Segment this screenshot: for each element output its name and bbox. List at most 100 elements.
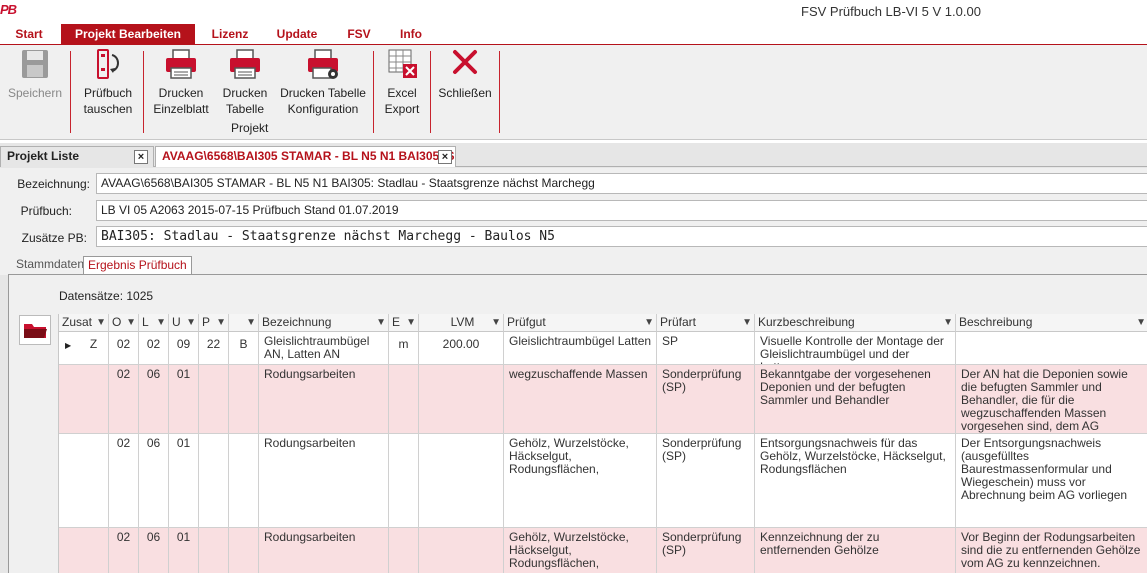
- cell-beschreibung: Der AN hat die Deponien sowie die befugt…: [956, 365, 1147, 434]
- cell-e: [389, 365, 419, 433]
- ribbon-tabs: Start Projekt Bearbeiten Lizenz Update F…: [0, 24, 1147, 44]
- bezeichnung-label: Bezeichnung:: [17, 177, 90, 191]
- ribbon-toolbar: Speichern Prüfbuch tauschen Drucken Einz…: [0, 44, 1147, 140]
- excel-export-button[interactable]: Excel Export: [379, 47, 425, 117]
- close-tab-icon[interactable]: ×: [438, 150, 452, 164]
- filter-icon[interactable]: ▼: [376, 314, 386, 331]
- column-header-beschreibung[interactable]: Beschreibung ▼: [956, 314, 1147, 332]
- cell-e: [389, 528, 419, 573]
- print-table-config-button[interactable]: Drucken Tabelle Konfiguration: [278, 47, 368, 117]
- cell-type: B: [229, 332, 259, 364]
- close-tab-icon[interactable]: ×: [134, 150, 148, 164]
- document-tabs: Projekt Liste × AVAAG\6568\BAI305 STAMAR…: [0, 143, 1147, 167]
- close-icon: [453, 50, 477, 74]
- column-header-type[interactable]: ▼: [229, 314, 259, 332]
- filter-icon[interactable]: ▼: [216, 314, 226, 331]
- filter-icon[interactable]: ▼: [186, 314, 196, 331]
- column-header-u[interactable]: U ▼: [169, 314, 199, 332]
- filter-icon[interactable]: ▼: [96, 314, 106, 331]
- results-panel: Datensätze: 1025 Zusat ▼ O ▼ L ▼ U ▼ P ▼ ▼ Be…: [8, 274, 1147, 573]
- printer-icon: [230, 49, 260, 79]
- filter-icon[interactable]: ▼: [246, 314, 256, 331]
- filter-icon[interactable]: ▼: [491, 314, 501, 331]
- column-header-pruefgut[interactable]: Prüfgut ▼: [504, 314, 657, 332]
- table-row[interactable]: ▶ Z 02 02 09 22 B Gleislichtraumbügel AN…: [59, 332, 1147, 365]
- cell-pruefgut: wegzuschaffende Massen: [504, 365, 657, 433]
- print-single-label-2: Einzelblatt: [153, 102, 209, 116]
- column-header-p[interactable]: P ▼: [199, 314, 229, 332]
- floppy-disk-icon: [22, 50, 48, 78]
- window-title: FSV Prüfbuch LB-VI 5 V 1.0.00: [801, 4, 981, 19]
- swap-label-2: tauschen: [83, 102, 133, 116]
- tab-stammdaten[interactable]: Stammdaten: [12, 256, 88, 274]
- filter-icon[interactable]: ▼: [126, 314, 136, 331]
- cell-zusatz: [79, 434, 109, 527]
- tab-active-project[interactable]: AVAAG\6568\BAI305 STAMAR - BL N5 N1 BAI3…: [155, 146, 456, 167]
- column-header-o[interactable]: O ▼: [109, 314, 139, 332]
- ribbon-tab-fsv[interactable]: FSV: [340, 24, 378, 44]
- ribbon-tab-start[interactable]: Start: [6, 24, 52, 44]
- ribbon-tab-lizenz[interactable]: Lizenz: [204, 24, 256, 44]
- column-header-lvm[interactable]: LVM ▼: [419, 314, 504, 332]
- cell-o: 02: [109, 332, 139, 364]
- swap-pruefbuch-button[interactable]: Prüfbuch tauschen: [78, 47, 138, 117]
- filter-icon[interactable]: ▼: [406, 314, 416, 331]
- tab-projekt-liste[interactable]: Projekt Liste ×: [0, 146, 154, 167]
- tab-ergebnis-pruefbuch[interactable]: Ergebnis Prüfbuch: [83, 256, 192, 274]
- cell-bezeichnung: Rodungsarbeiten: [259, 434, 389, 527]
- excel-label-1: Excel: [387, 86, 417, 100]
- zusaetze-label: Zusätze PB:: [21, 231, 87, 245]
- cell-u: 01: [169, 434, 199, 527]
- table-row[interactable]: 02 06 01 Rodungsarbeiten Gehölz, Wurzels…: [59, 528, 1147, 573]
- cell-u: 09: [169, 332, 199, 364]
- filter-icon[interactable]: ▼: [742, 314, 752, 331]
- pruefbuch-field[interactable]: LB VI 05 A2063 2015-07-15 Prüfbuch Stand…: [96, 200, 1147, 221]
- excel-export-icon: [388, 49, 417, 78]
- print-single-button[interactable]: Drucken Einzelblatt: [150, 47, 212, 117]
- zusaetze-field[interactable]: BAI305: Stadlau - Staatsgrenze nächst Ma…: [96, 226, 1147, 247]
- close-button[interactable]: Schließen: [436, 47, 494, 101]
- bezeichnung-field[interactable]: AVAAG\6568\BAI305 STAMAR - BL N5 N1 BAI3…: [96, 173, 1147, 194]
- open-folder-button[interactable]: [19, 315, 51, 345]
- print-table-button[interactable]: Drucken Tabelle: [218, 47, 272, 117]
- filter-icon[interactable]: ▼: [156, 314, 166, 331]
- folder-icon: [24, 324, 47, 338]
- column-header-label: Zusat: [62, 315, 93, 329]
- column-header-bezeichnung[interactable]: Bezeichnung ▼: [259, 314, 389, 332]
- ribbon-tab-projekt-bearbeiten[interactable]: Projekt Bearbeiten: [61, 24, 195, 44]
- cell-lvm: [419, 365, 504, 433]
- cell-o: 02: [109, 434, 139, 527]
- title-bar: PB FSV Prüfbuch LB-VI 5 V 1.0.00: [0, 0, 1147, 24]
- cell-pruefart: SP: [657, 332, 755, 364]
- save-button[interactable]: Speichern: [6, 47, 64, 101]
- column-header-l[interactable]: L ▼: [139, 314, 169, 332]
- column-header-label: P: [202, 315, 211, 329]
- table-row[interactable]: 02 06 01 Rodungsarbeiten Gehölz, Wurzels…: [59, 434, 1147, 528]
- ribbon-tab-info[interactable]: Info: [390, 24, 432, 44]
- cell-p: 22: [199, 332, 229, 364]
- cell-l: 06: [139, 365, 169, 433]
- column-header-zusatz[interactable]: Zusat ▼: [59, 314, 109, 332]
- column-header-label: E: [392, 315, 401, 329]
- cell-pruefart: Sonderprüfung (SP): [657, 528, 755, 573]
- column-header-label: Bezeichnung: [262, 315, 332, 329]
- column-header-kurzbeschreibung[interactable]: Kurzbeschreibung ▼: [755, 314, 956, 332]
- cell-type: [229, 365, 259, 433]
- column-header-pruefart[interactable]: Prüfart ▼: [657, 314, 755, 332]
- ribbon-tab-update[interactable]: Update: [268, 24, 326, 44]
- ribbon-separator: [70, 51, 71, 133]
- column-header-e[interactable]: E ▼: [389, 314, 419, 332]
- table-row[interactable]: 02 06 01 Rodungsarbeiten wegzuschaffende…: [59, 365, 1147, 434]
- ribbon-separator: [373, 51, 374, 133]
- filter-icon[interactable]: ▼: [644, 314, 654, 331]
- print-config-label-1: Drucken Tabelle: [280, 86, 366, 100]
- results-grid: Zusat ▼ O ▼ L ▼ U ▼ P ▼ ▼ Bezeichnung ▼ E ▼ LVM…: [58, 314, 1147, 573]
- filter-icon[interactable]: ▼: [1136, 314, 1146, 331]
- cell-e: [389, 434, 419, 527]
- column-header-label: O: [112, 315, 122, 329]
- ribbon-separator: [430, 51, 431, 133]
- document-area: Projekt Liste × AVAAG\6568\BAI305 STAMAR…: [0, 143, 1147, 573]
- filter-icon[interactable]: ▼: [943, 314, 953, 331]
- cell-p: [199, 434, 229, 527]
- sub-tabs: Stammdaten Ergebnis Prüfbuch: [0, 255, 1147, 275]
